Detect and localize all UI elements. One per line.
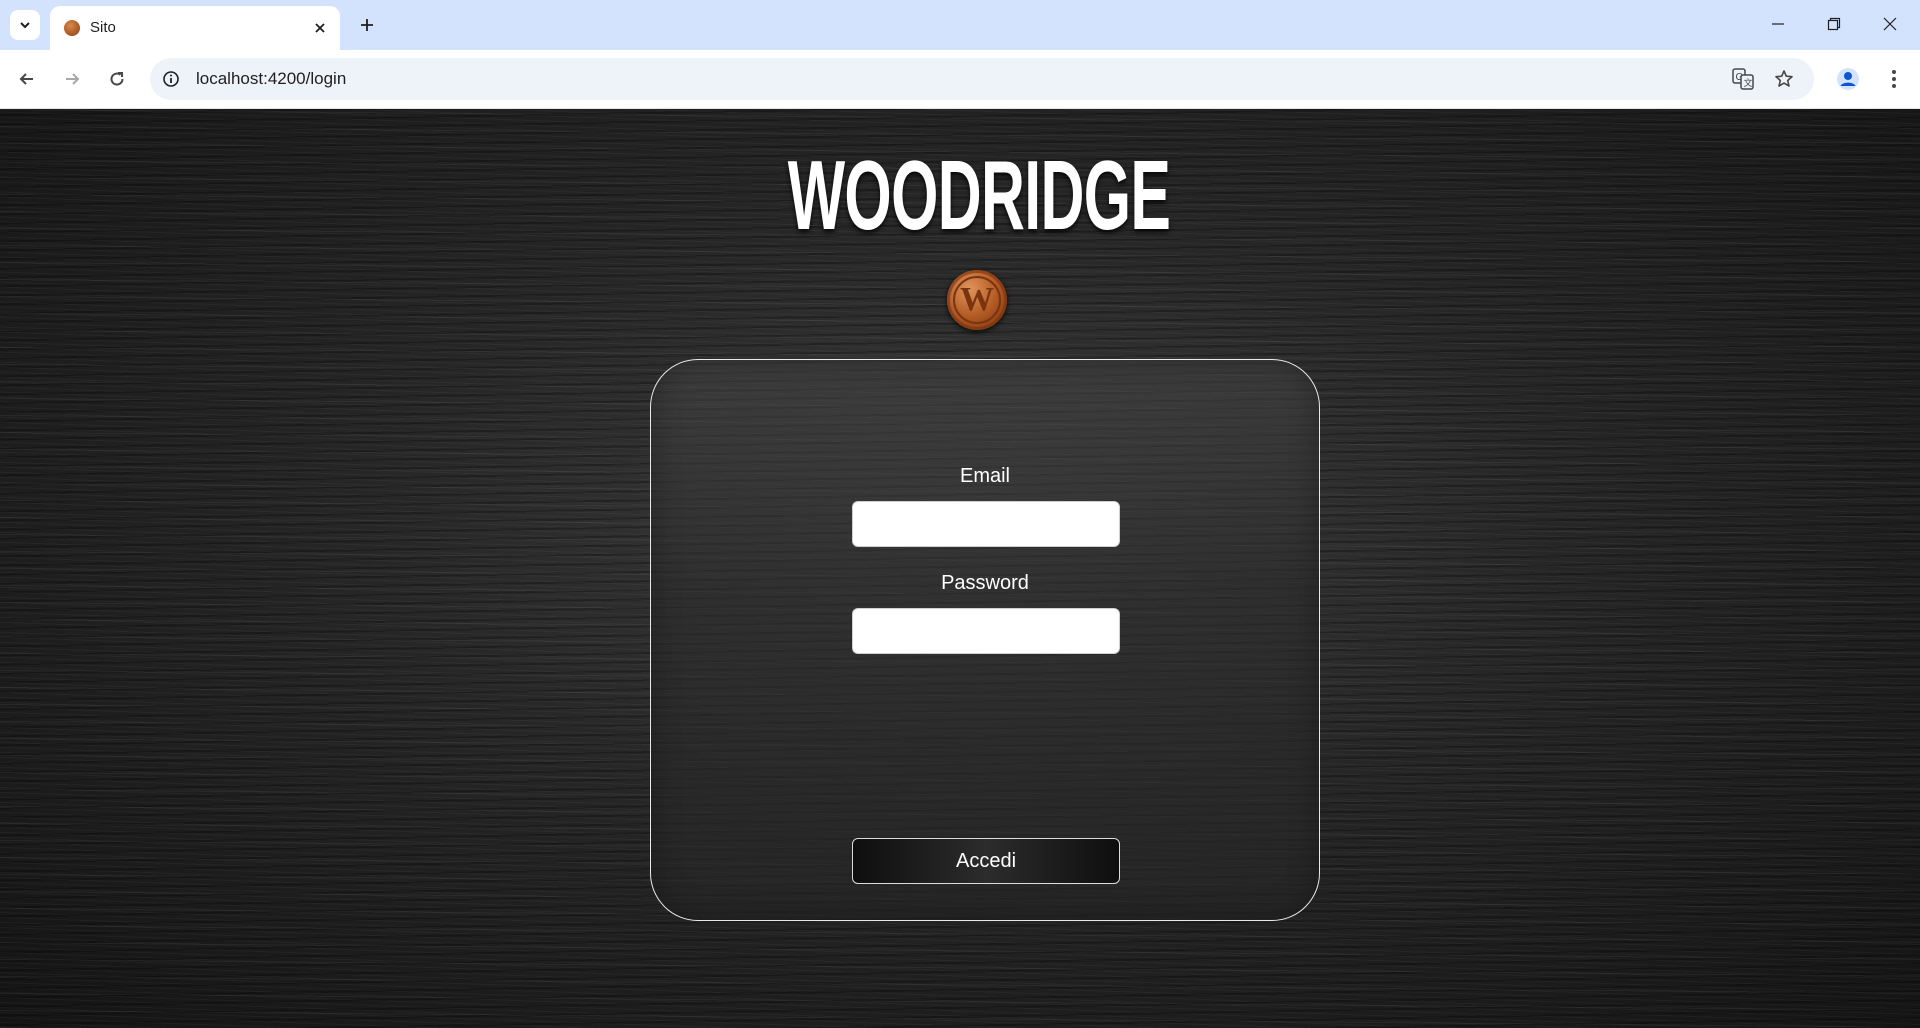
person-icon — [1837, 68, 1859, 90]
site-info-button[interactable] — [160, 68, 182, 90]
browser-tab[interactable]: Sito — [50, 6, 340, 50]
reload-button[interactable] — [101, 63, 133, 95]
arrow-left-icon — [19, 73, 33, 85]
url-text[interactable]: localhost:4200/login — [196, 69, 346, 89]
wordpress-w-logo-icon: W — [947, 270, 1007, 330]
forward-button[interactable] — [56, 63, 88, 95]
tab-search-button[interactable] — [10, 10, 40, 40]
browser-menu-button[interactable] — [1878, 63, 1910, 95]
reload-icon — [110, 72, 124, 86]
profile-button[interactable] — [1832, 63, 1864, 95]
close-icon — [1883, 17, 1897, 31]
back-button[interactable] — [11, 63, 43, 95]
close-icon — [315, 23, 325, 33]
email-label: Email — [959, 465, 1010, 487]
minimize-icon — [1772, 23, 1784, 25]
browser-tabstrip: Sito — [0, 0, 1920, 50]
kebab-menu-icon — [1892, 70, 1896, 88]
arrow-right-icon — [66, 73, 80, 85]
browser-toolbar: localhost:4200/login G文 — [0, 50, 1920, 109]
restore-button[interactable] — [1806, 0, 1862, 48]
translate-button[interactable]: G文 — [1730, 66, 1756, 92]
email-field[interactable] — [852, 501, 1120, 547]
svg-text:文: 文 — [1744, 77, 1753, 88]
info-icon — [163, 71, 179, 87]
minimize-button[interactable] — [1750, 0, 1806, 48]
brand-title: WOODRIDGE — [787, 140, 1171, 250]
login-button[interactable]: Accedi — [852, 838, 1120, 884]
chevron-down-icon — [20, 22, 30, 29]
login-page: WOODRIDGE W Email Password Accedi — [0, 109, 1920, 1028]
password-label: Password — [941, 572, 1029, 594]
login-form: Email Password Accedi — [650, 359, 1320, 921]
plus-icon — [361, 19, 373, 31]
new-tab-button[interactable] — [352, 10, 382, 40]
translate-icon: G文 — [1732, 68, 1754, 90]
address-bar[interactable]: localhost:4200/login G文 — [150, 58, 1814, 100]
bookmark-button[interactable] — [1771, 66, 1797, 92]
tab-close-button[interactable] — [310, 18, 330, 38]
password-field[interactable] — [852, 608, 1120, 654]
tab-title: Sito — [90, 19, 116, 36]
star-icon — [1775, 70, 1793, 87]
restore-icon — [1827, 17, 1841, 31]
woodridge-favicon-icon — [64, 20, 80, 36]
close-window-button[interactable] — [1862, 0, 1918, 48]
